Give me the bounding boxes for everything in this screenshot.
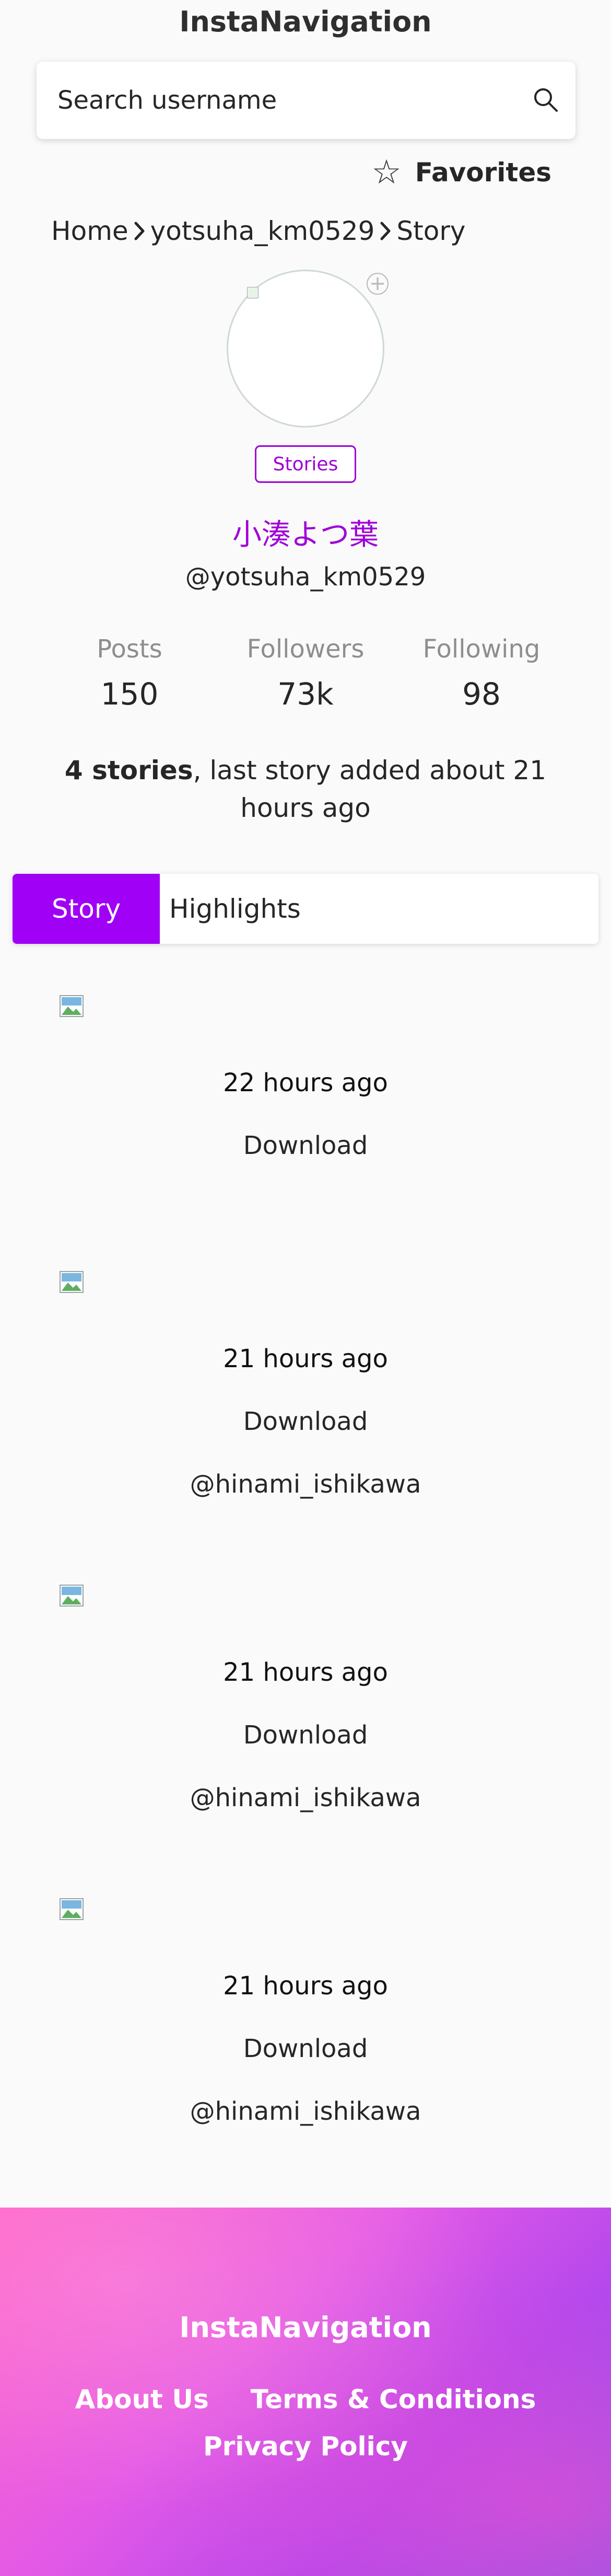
breadcrumb-user[interactable]: yotsuha_km0529 [150,216,375,246]
broken-image-icon[interactable] [58,994,86,1019]
chevron-right-icon [134,222,145,240]
story-time: 22 hours ago [223,1068,388,1098]
stories-summary-rest: , last story added about 21 hours ago [193,755,547,823]
download-button[interactable]: Download [0,1720,611,1750]
broken-image-icon[interactable] [58,1584,86,1609]
tab-highlights[interactable]: Highlights [160,874,301,944]
stories-badge[interactable]: Stories [255,445,356,483]
stories-count: 4 stories [64,755,193,785]
footer-title[interactable]: InstaNavigation [0,2311,611,2344]
add-favorite-icon[interactable]: + [367,273,389,295]
search-input[interactable] [57,62,517,139]
download-button[interactable]: Download [0,2034,611,2063]
download-button[interactable]: Download [0,1407,611,1436]
site-title[interactable]: InstaNavigation [0,5,611,38]
profile-username: @yotsuha_km0529 [185,562,426,592]
story-tabs: Story Highlights [13,874,598,944]
tab-story[interactable]: Story [13,874,160,944]
search-icon[interactable] [531,85,562,116]
footer-link-about[interactable]: About Us [75,2384,209,2415]
broken-image-icon[interactable] [58,1897,86,1922]
story-time: 21 hours ago [223,1344,388,1373]
stat-followers: Followers 73k [227,634,384,712]
favorites-button[interactable]: ☆ Favorites [371,153,551,192]
stat-followers-value: 73k [277,676,334,712]
stat-posts-label: Posts [97,634,162,664]
favorites-label: Favorites [415,157,551,188]
breadcrumb: Home yotsuha_km0529 Story [51,211,466,251]
footer-links: About Us Terms & Conditions [0,2384,611,2415]
star-outline-icon: ☆ [371,153,402,192]
stat-posts: Posts 150 [51,634,208,712]
stories-summary: 4 stories, last story added about 21 hou… [26,752,585,827]
story-mention-link[interactable]: @hinami_ishikawa [0,1783,611,1812]
footer: InstaNavigation About Us Terms & Conditio… [0,2208,611,2576]
footer-link-terms[interactable]: Terms & Conditions [251,2384,536,2415]
avatar [227,270,384,428]
story-time: 21 hours ago [223,1971,388,2001]
search-bar [37,62,575,139]
breadcrumb-home[interactable]: Home [51,216,128,246]
stat-followers-label: Followers [246,634,365,664]
stat-following-value: 98 [462,676,501,712]
broken-image-icon [247,287,258,298]
story-time: 21 hours ago [223,1658,388,1687]
breadcrumb-current: Story [396,216,466,246]
story-mention-link[interactable]: @hinami_ishikawa [0,1470,611,1499]
broken-image-icon[interactable] [58,1270,86,1295]
footer-link-privacy[interactable]: Privacy Policy [0,2431,611,2462]
stat-following: Following 98 [403,634,560,712]
download-button[interactable]: Download [0,1131,611,1160]
profile-full-name: 小湊よつ葉 [232,518,379,552]
story-mention-link[interactable]: @hinami_ishikawa [0,2097,611,2126]
chevron-right-icon [380,222,391,240]
stat-following-label: Following [422,634,540,664]
stat-posts-value: 150 [100,676,159,712]
